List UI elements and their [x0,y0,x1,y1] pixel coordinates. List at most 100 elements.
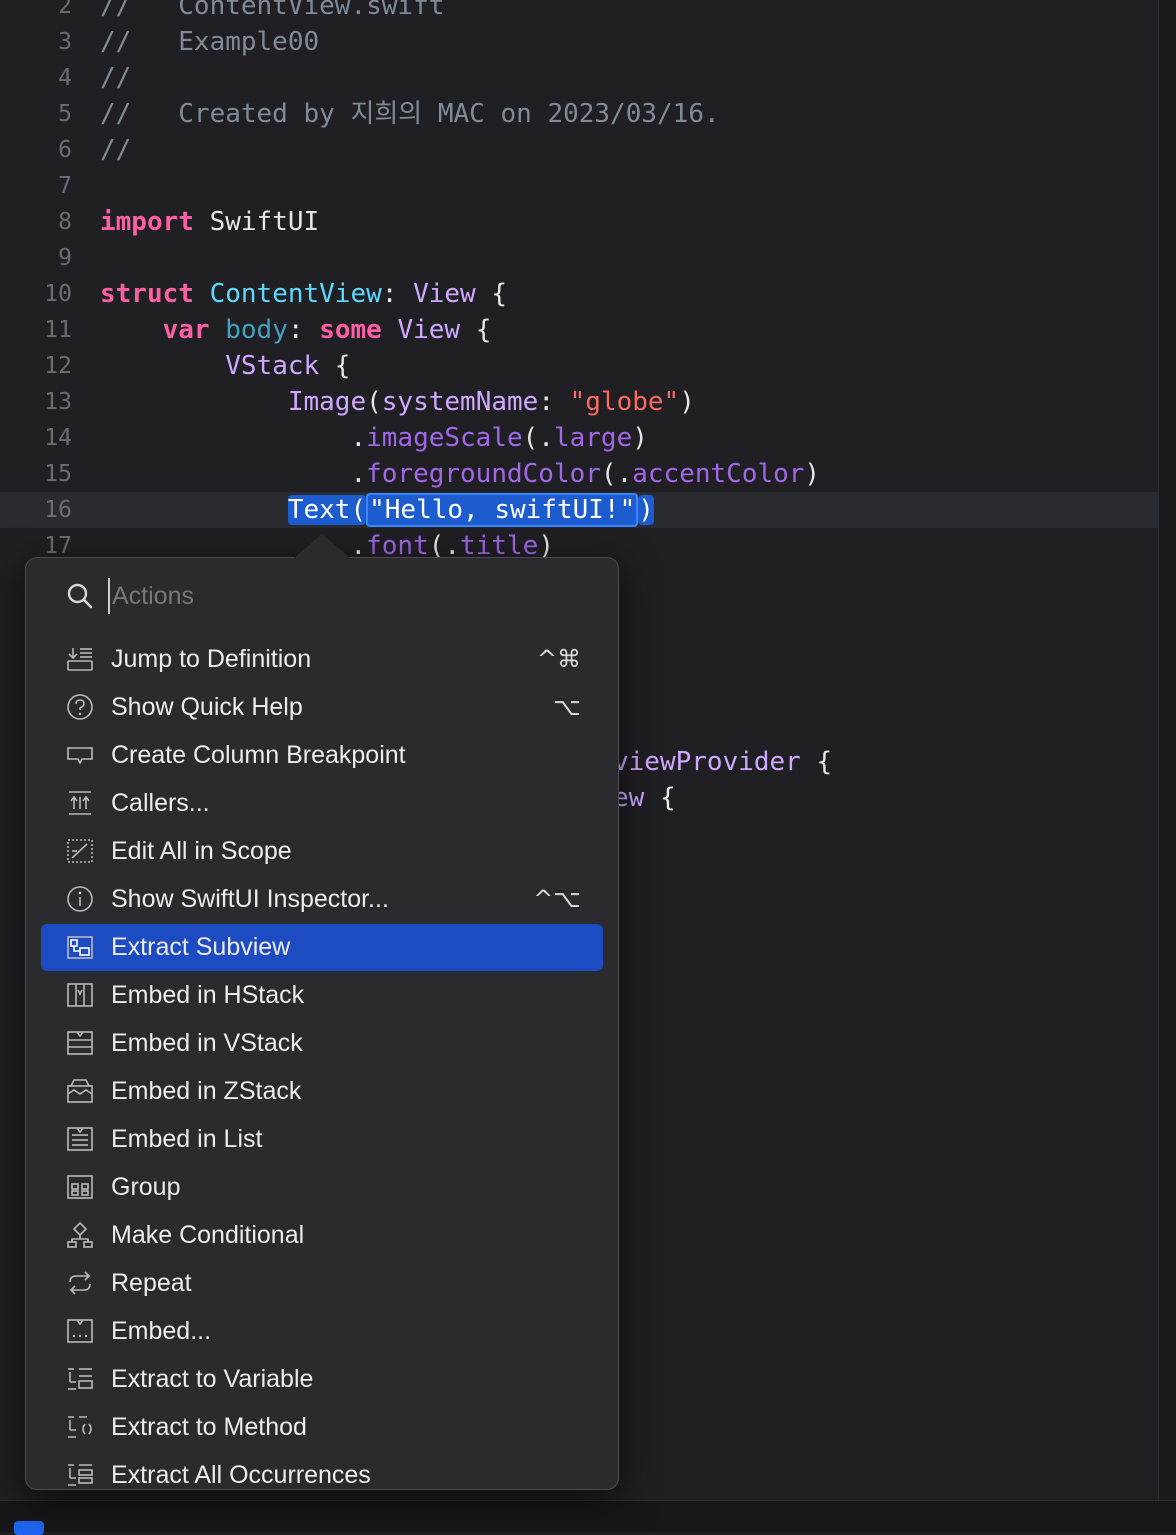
menu-item-group[interactable]: Group [41,1164,603,1211]
jump-to-definition-icon [65,644,95,674]
code-line[interactable]: 11 var body: some View { [0,312,1158,348]
code-text: .foregroundColor(.accentColor) [100,456,820,492]
code-token: { [475,279,508,309]
menu-item-extract-to-method[interactable]: Extract to Method [41,1404,603,1451]
status-indicator[interactable] [14,1521,44,1535]
menu-item-repeat[interactable]: Repeat [41,1260,603,1307]
menu-item-edit-all-in-scope[interactable]: Edit All in Scope [41,828,603,875]
code-line[interactable]: 2 // ContentView.swift [0,0,1158,24]
menu-item-create-column-breakpoint[interactable]: Create Column Breakpoint [41,732,603,779]
code-token: struct [100,279,194,309]
menu-item-show-swiftui-inspector[interactable]: Show SwiftUI Inspector... ^⌥ [41,876,603,923]
menu-item-make-conditional[interactable]: Make Conditional [41,1212,603,1259]
search-icon [66,582,94,610]
code-token: ) [804,459,821,489]
code-token: ) [679,387,695,417]
code-text: Image(systemName: "globe") [100,384,695,420]
menu-item-label: Callers... [111,789,210,817]
info-circle-icon [65,884,95,914]
breakpoint-icon [65,740,95,770]
popup-pointer [294,534,350,558]
menu-item-extract-subview[interactable]: Extract Subview [41,924,603,971]
menu-item-label: Edit All in Scope [111,837,292,865]
menu-item-embed[interactable]: Embed... [41,1308,603,1355]
line-number: 7 [58,173,72,199]
menu-item-callers[interactable]: Callers... [41,780,603,827]
extract-subview-icon [65,932,95,962]
menu-item-embed-in-zstack[interactable]: Embed in ZStack [41,1068,603,1115]
code-token: View [413,279,476,309]
code-text: Text("Hello, swiftUI!") [100,492,654,528]
line-number: 15 [44,461,72,487]
line-number: 10 [44,281,72,307]
code-token: // [100,63,132,93]
code-line[interactable]: 5 // Created by 지희의 MAC on 2023/03/16. [0,96,1158,132]
line-number: 12 [44,353,72,379]
menu-item-label: Extract All Occurrences [111,1461,371,1489]
code-token: ContentView [209,279,382,309]
code-line[interactable]: 6 // [0,132,1158,168]
code-text: // [100,60,131,96]
code-token: // Created by 지희의 MAC on 2023/03/16. [100,99,720,129]
code-token: large [553,423,633,453]
code-line[interactable]: 9 [0,240,1158,276]
actions-search-input[interactable] [108,578,554,614]
code-line[interactable]: 7 [0,168,1158,204]
code-line[interactable]: 15 .foregroundColor(.accentColor) [0,456,1158,492]
line-number: 8 [58,209,72,235]
menu-item-embed-in-hstack[interactable]: Embed in HStack [41,972,603,1019]
hstack-icon [65,980,95,1010]
code-token: // [100,135,132,165]
menu-item-label: Embed in List [111,1125,263,1153]
question-circle-icon [65,692,95,722]
code-token: (. [522,423,554,453]
menu-item-label: Embed in ZStack [111,1077,302,1105]
code-line[interactable]: 8 import SwiftUI [0,204,1158,240]
code-token: : [538,387,570,417]
line-number: 14 [44,425,72,451]
keyboard-shortcut: ^⌥ [533,885,581,913]
line-number: 5 [58,101,72,127]
menu-item-extract-to-variable[interactable]: Extract to Variable [41,1356,603,1403]
extract-all-icon [65,1460,95,1489]
editor-scrollbar-gutter[interactable] [1158,0,1176,1500]
code-line[interactable]: 10 struct ContentView: View { [0,276,1158,312]
line-number: 13 [44,389,72,415]
code-token: // ContentView.swift [100,0,445,21]
actions-popup: Jump to Definition ^⌘ Show Quick Help ⌥ Crea… [25,557,619,1490]
menu-item-label: Embed in VStack [111,1029,303,1057]
menu-item-jump-to-definition[interactable]: Jump to Definition ^⌘ [41,636,603,683]
editor-bottom-bar [0,1500,1176,1535]
line-number: 4 [58,65,72,91]
code-text: // Created by 지희의 MAC on 2023/03/16. [100,96,720,132]
menu-item-embed-in-list[interactable]: Embed in List [41,1116,603,1163]
line-number: 16 [44,497,72,523]
code-line[interactable]: 12 VStack { [0,348,1158,384]
code-token: { [644,783,676,813]
code-line[interactable]: 14 .imageScale(.large) [0,420,1158,456]
code-token: (. [600,459,633,489]
code-token: some [319,315,382,345]
line-number: 2 [58,0,72,19]
line-number: 3 [58,29,72,55]
code-text: struct ContentView: View { [100,276,507,312]
menu-item-show-quick-help[interactable]: Show Quick Help ⌥ [41,684,603,731]
extract-variable-icon [65,1364,95,1394]
menu-item-embed-in-vstack[interactable]: Embed in VStack [41,1020,603,1067]
menu-item-label: Jump to Definition [111,645,312,673]
menu-item-label: Extract to Method [111,1413,307,1441]
code-token: ) [638,495,654,525]
keyboard-shortcut: ⌥ [553,693,581,721]
code-text: ew { [613,780,676,816]
code-text: VStack { [100,348,350,384]
edit-scope-icon [65,836,95,866]
code-token: accentColor [632,459,805,489]
code-token: systemName [381,387,539,417]
menu-item-extract-all-occurrences[interactable]: Extract All Occurrences [41,1452,603,1489]
code-line-current[interactable]: 16 Text("Hello, swiftUI!") [0,492,1158,528]
code-line[interactable]: 3 // Example00 [0,24,1158,60]
code-line[interactable]: 4 // [0,60,1158,96]
code-line[interactable]: 13 Image(systemName: "globe") [0,384,1158,420]
list-icon [65,1124,95,1154]
